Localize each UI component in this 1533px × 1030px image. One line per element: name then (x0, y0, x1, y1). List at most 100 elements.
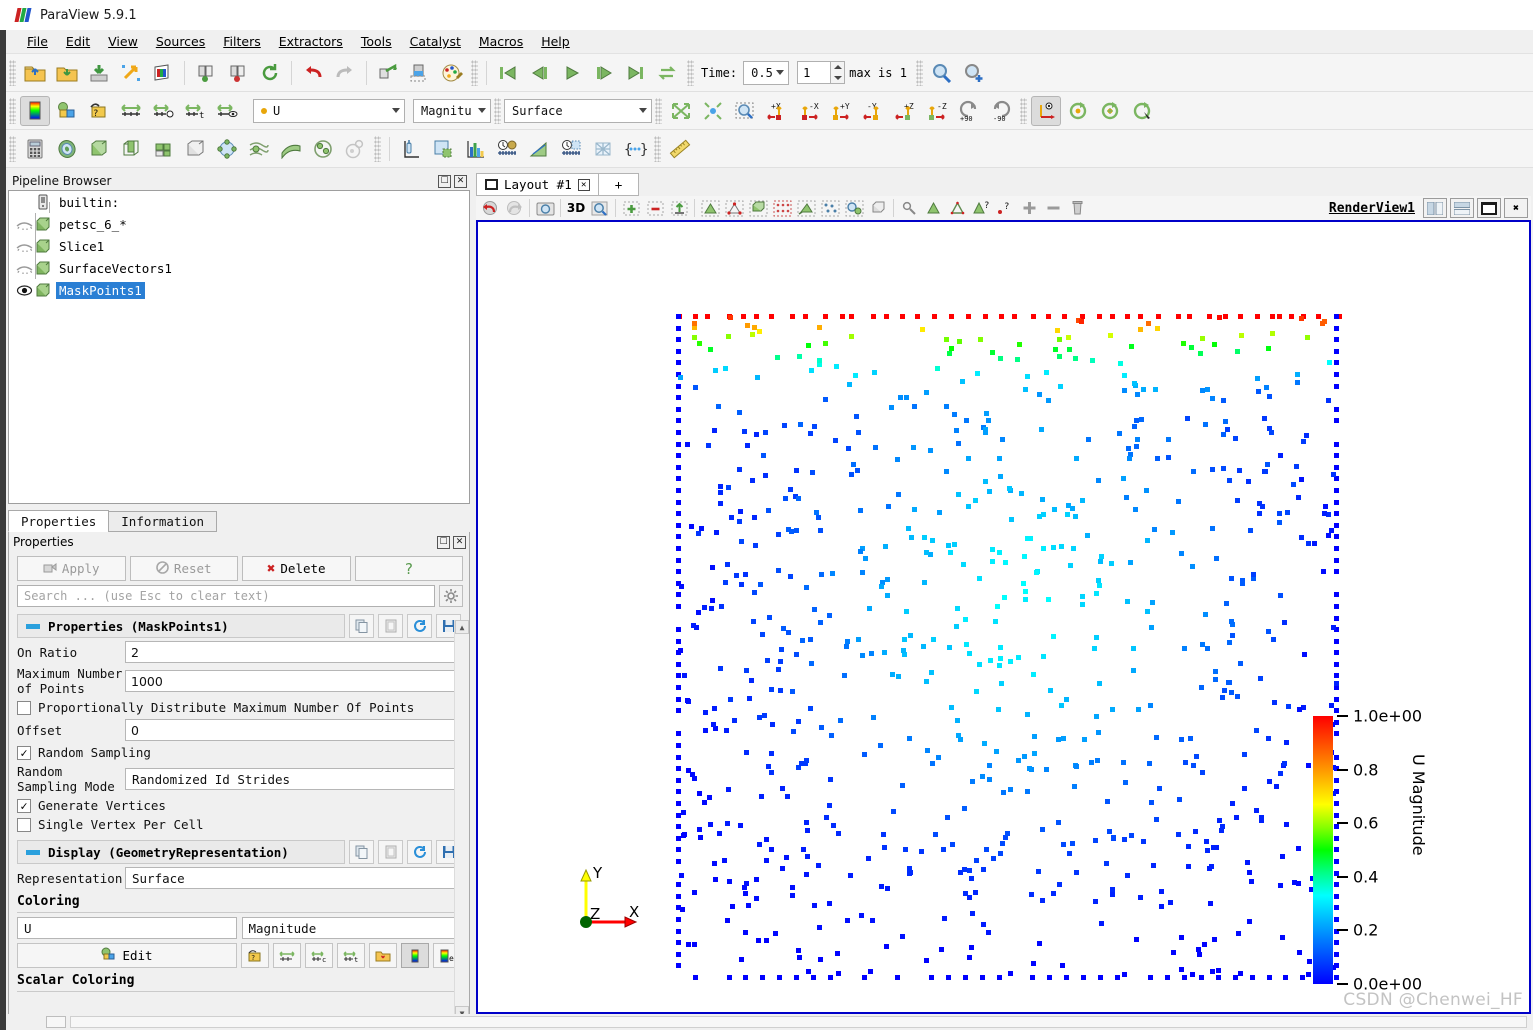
properties-scroll-up-arrow[interactable]: ▲ (455, 620, 469, 634)
representation-combo[interactable]: Surface (504, 98, 652, 123)
display-section-header[interactable]: Display (GeometryRepresentation) (17, 840, 345, 864)
extract-level-icon[interactable] (340, 134, 370, 164)
group-datasets-icon[interactable] (308, 134, 338, 164)
coloring-array-combo[interactable]: U (17, 917, 237, 939)
toolbar-grip[interactable] (687, 59, 694, 86)
pipeline-float-button[interactable]: ☐ (438, 174, 451, 188)
neg-y-icon[interactable]: -Y (858, 96, 888, 126)
toolbar-grip[interactable] (374, 135, 381, 162)
toolbar-grip[interactable] (654, 135, 661, 162)
minus-icon[interactable] (1042, 197, 1064, 219)
query-points-icon[interactable]: ? (994, 197, 1016, 219)
delete-button[interactable]: ✖ Delete (242, 556, 351, 581)
properties-float-button[interactable]: ☐ (437, 535, 450, 549)
rescale-over-time-icon[interactable] (148, 96, 178, 126)
menu-edit[interactable]: Edit (57, 32, 99, 51)
save-screenshot-icon[interactable] (116, 58, 146, 88)
proportionally-distribute-row[interactable]: Proportionally Distribute Maximum Number… (17, 700, 461, 715)
pipeline-browser-list[interactable]: builtin: petsc_6_* Slice1 SurfaceVectors… (8, 190, 470, 504)
open-file-icon[interactable] (20, 58, 50, 88)
render-view-label[interactable]: RenderView1 (1329, 201, 1415, 216)
undo-icon[interactable] (298, 58, 328, 88)
toolbar-grip[interactable] (9, 59, 16, 86)
calculator-icon[interactable] (20, 134, 50, 164)
menu-help[interactable]: Help (532, 32, 579, 51)
auto-apply-icon[interactable] (405, 58, 435, 88)
rotate-pick-icon[interactable] (1127, 96, 1157, 126)
rescale-visible-icon[interactable] (212, 96, 242, 126)
connect-icon[interactable] (191, 58, 221, 88)
copy-properties-icon[interactable] (349, 614, 374, 638)
visibility-toggle-icon[interactable] (15, 239, 33, 253)
plus-icon[interactable] (1018, 197, 1040, 219)
properties-section-header[interactable]: Properties (MaskPoints1) (17, 614, 345, 638)
select-points-polygon-icon[interactable] (819, 197, 841, 219)
hover-cells-icon[interactable] (922, 197, 944, 219)
toolbar-grip[interactable] (655, 97, 662, 124)
random-sampling-row[interactable]: ✓ Random Sampling (17, 745, 461, 760)
reset-session-icon[interactable] (255, 58, 285, 88)
play-icon[interactable] (557, 58, 587, 88)
pipeline-item-slice1[interactable]: Slice1 (9, 235, 469, 257)
reset-button[interactable]: Reset (129, 556, 238, 581)
pipeline-close-button[interactable]: ✕ (454, 174, 467, 188)
toolbar-grip[interactable] (9, 135, 16, 162)
histogram-icon[interactable] (460, 134, 490, 164)
menu-filters[interactable]: Filters (214, 32, 269, 51)
rescale-to-data-icon[interactable] (116, 96, 146, 126)
maximum-number-of-points-input[interactable]: 1000 (125, 670, 461, 692)
generate-vertices-checkbox[interactable]: ✓ (17, 798, 31, 813)
toolbar-grip[interactable] (915, 59, 923, 86)
camera-undo-icon[interactable] (373, 58, 403, 88)
representation-combo-panel[interactable]: Surface (125, 867, 461, 889)
gear-icon[interactable] (439, 585, 463, 607)
menu-file[interactable]: File (18, 32, 57, 51)
time-frame-spinner[interactable]: 1 (797, 61, 846, 84)
select-cells-through-icon[interactable] (747, 197, 769, 219)
paste-display-icon[interactable] (378, 840, 403, 864)
neg-x-icon[interactable]: -X (794, 96, 824, 126)
undo-camera-icon[interactable] (479, 197, 501, 219)
plot-selection-icon[interactable] (428, 134, 458, 164)
toolbar-grip[interactable] (9, 97, 16, 124)
pipeline-item-builtin[interactable]: builtin: (9, 191, 469, 213)
pos-x-icon[interactable]: +X (762, 96, 792, 126)
toggle-color-legend-visibility-icon[interactable] (401, 943, 429, 968)
toggle-color-legend-icon[interactable] (20, 95, 50, 126)
plot-over-time-icon[interactable] (556, 134, 586, 164)
first-frame-icon[interactable] (493, 58, 523, 88)
extract-subset-icon[interactable] (180, 134, 210, 164)
interactive-select-icon[interactable] (843, 197, 865, 219)
previous-frame-icon[interactable] (525, 58, 555, 88)
color-legend[interactable]: 1.0e+00 0.8 0.6 0.4 0.2 0.0e+00 U Magnitude (1313, 707, 1433, 994)
save-data-icon[interactable] (84, 58, 114, 88)
edit-color-map-icon[interactable] (437, 58, 467, 88)
menu-sources[interactable]: Sources (147, 32, 214, 51)
menu-extractors[interactable]: Extractors (270, 32, 352, 51)
menu-tools[interactable]: Tools (352, 32, 401, 51)
pipeline-item-surfacevectors1[interactable]: SurfaceVectors1 (9, 257, 469, 279)
neg-z-icon[interactable]: -Z (922, 96, 952, 126)
redo-icon[interactable] (330, 58, 360, 88)
toggle-3d-icon[interactable]: 3D (565, 197, 587, 219)
select-cells-icon[interactable] (699, 197, 721, 219)
tab-information[interactable]: Information (108, 511, 218, 532)
rotate-minus-90-icon[interactable]: -90 (986, 96, 1016, 126)
annotate-icon[interactable] (588, 134, 618, 164)
pipeline-item-petsc[interactable]: petsc_6_* (9, 213, 469, 235)
pipeline-item-maskpoints1[interactable]: MaskPoints1 (9, 279, 469, 301)
zoom-to-data-icon[interactable] (698, 96, 728, 126)
random-sampling-checkbox[interactable]: ✓ (17, 745, 31, 760)
help-button[interactable]: ? (354, 556, 463, 581)
rotate-center-icon[interactable] (1095, 96, 1125, 126)
close-view-icon[interactable]: ✖ (1504, 198, 1528, 218)
single-vertex-per-cell-row[interactable]: Single Vertex Per Cell (17, 817, 461, 832)
render-view-canvas[interactable]: Y X Z 1.0e+00 0.8 0.6 0.4 0.2 0.0e+00 U Magni… (476, 222, 1531, 1014)
add-point-icon[interactable] (620, 197, 642, 219)
add-camera-icon[interactable] (959, 58, 989, 88)
open-recent-icon[interactable] (52, 58, 82, 88)
next-frame-icon[interactable] (589, 58, 619, 88)
select-points-icon[interactable] (723, 197, 745, 219)
reset-camera-icon[interactable] (666, 96, 696, 126)
last-frame-icon[interactable] (621, 58, 651, 88)
